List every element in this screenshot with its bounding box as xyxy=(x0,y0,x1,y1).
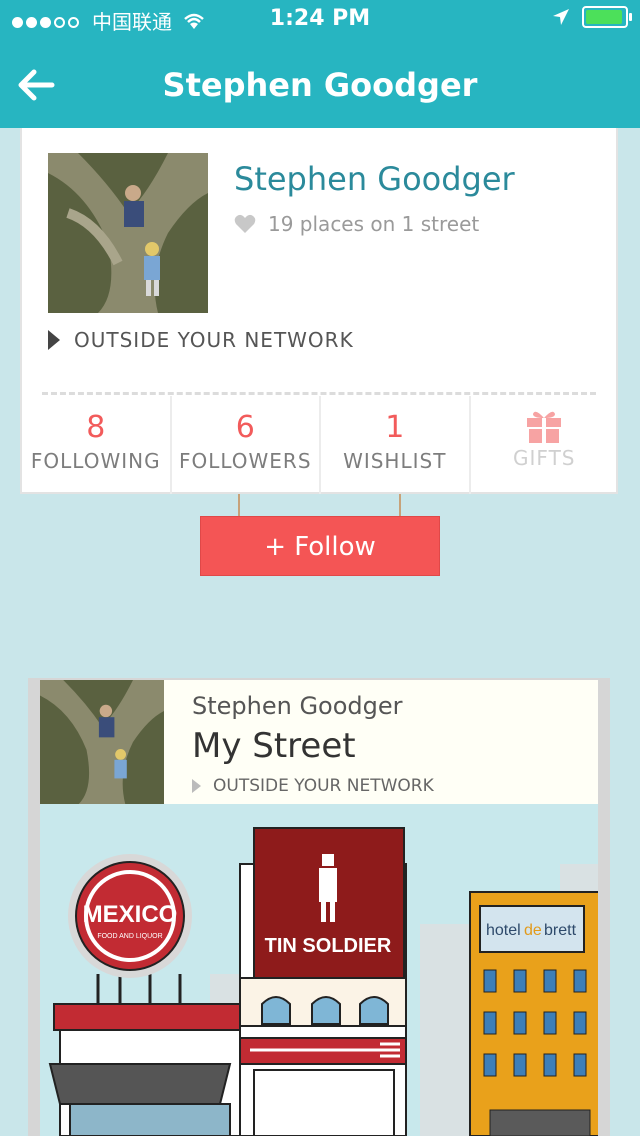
heart-icon xyxy=(234,214,256,233)
clock: 1:24 PM xyxy=(269,6,371,31)
places-count: 19 places on 1 street xyxy=(234,212,479,236)
street-owner-name: Stephen Goodger xyxy=(192,692,403,720)
stat-value: 6 xyxy=(235,410,255,445)
network-status[interactable]: OUTSIDE YOUR NETWORK xyxy=(48,328,354,352)
hotel-sign-a: hotel xyxy=(486,922,521,939)
location-arrow-icon xyxy=(553,9,569,25)
stat-label: GIFTS xyxy=(513,446,576,470)
street-owner-avatar xyxy=(40,680,164,804)
stat-label: FOLLOWING xyxy=(30,449,161,473)
network-label: OUTSIDE YOUR NETWORK xyxy=(74,328,354,352)
stat-gifts[interactable]: GIFTS xyxy=(471,396,619,494)
hotel-sign-b: de xyxy=(524,922,542,939)
stat-label: WISHLIST xyxy=(343,449,447,473)
page-title: Stephen Goodger xyxy=(162,66,478,104)
stats-row: 8 FOLLOWING 6 FOLLOWERS 1 WISHLIST GIFTS xyxy=(22,396,618,494)
street-title: My Street xyxy=(192,726,356,766)
gift-icon xyxy=(527,411,562,443)
stat-value: 1 xyxy=(385,410,405,445)
divider xyxy=(42,392,596,395)
street-network-label: OUTSIDE YOUR NETWORK xyxy=(213,776,434,796)
stat-following[interactable]: 8 FOLLOWING xyxy=(22,396,172,494)
hotel-sign-c: brett xyxy=(544,922,577,939)
button-string-right xyxy=(399,494,401,518)
stat-wishlist[interactable]: 1 WISHLIST xyxy=(321,396,471,494)
follow-button[interactable]: + Follow xyxy=(200,516,440,576)
mexico-sign: MEXICO xyxy=(83,901,178,928)
stat-label: FOLLOWERS xyxy=(178,449,312,473)
street-header: Stephen Goodger My Street OUTSIDE YOUR N… xyxy=(40,680,598,804)
street-card[interactable]: Stephen Goodger My Street OUTSIDE YOUR N… xyxy=(28,678,610,1136)
battery-icon xyxy=(582,6,632,28)
profile-card: Stephen Goodger 19 places on 1 street OU… xyxy=(20,128,618,494)
mexico-subsign: FOOD AND LIQUOR xyxy=(97,933,162,940)
nav-bar: Stephen Goodger xyxy=(0,40,640,128)
tree-climb-photo xyxy=(40,680,164,804)
street-network-status: OUTSIDE YOUR NETWORK xyxy=(192,776,434,796)
triangle-right-icon xyxy=(192,779,201,793)
places-label: 19 places on 1 street xyxy=(268,212,480,236)
status-bar: 中国联通 1:24 PM xyxy=(0,0,640,40)
tin-soldier-sign: TIN SOLDIER xyxy=(265,935,392,957)
stat-followers[interactable]: 6 FOLLOWERS xyxy=(172,396,321,494)
button-string-left xyxy=(238,494,240,518)
street-illustration: MEXICO FOOD AND LIQUOR TIN SOLDIER hotel… xyxy=(40,804,598,1136)
profile-name: Stephen Goodger xyxy=(234,160,515,198)
stat-value: 8 xyxy=(86,410,106,445)
profile-avatar[interactable] xyxy=(48,153,208,313)
tree-climb-photo xyxy=(48,153,208,313)
triangle-right-icon xyxy=(48,330,60,350)
